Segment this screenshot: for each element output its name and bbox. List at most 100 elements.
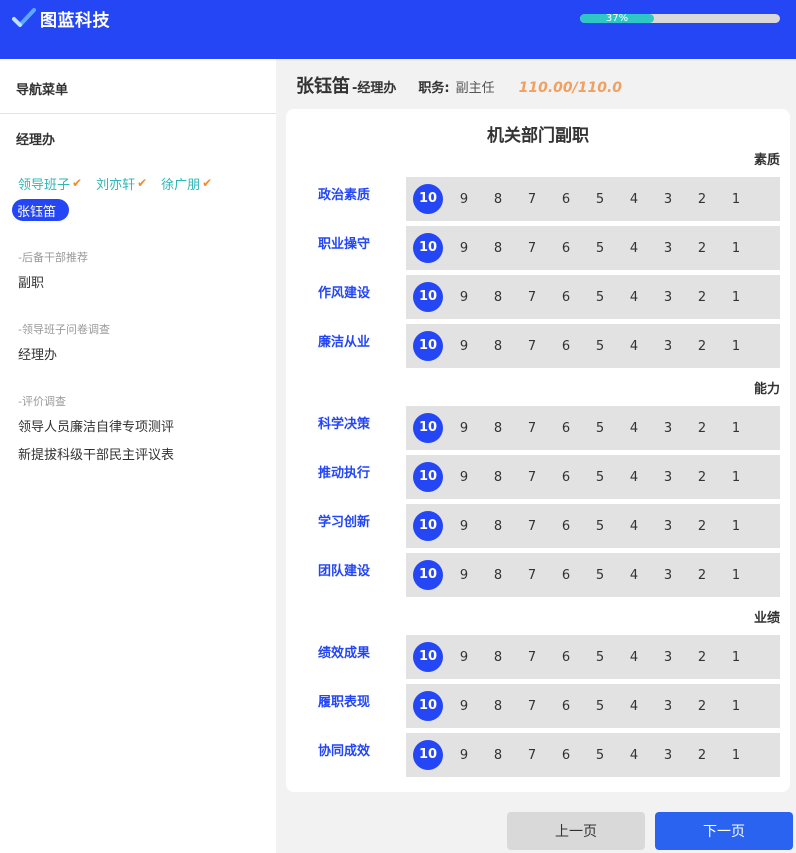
score-option[interactable]: 4	[617, 421, 651, 436]
score-option[interactable]: 3	[651, 339, 685, 354]
score-option[interactable]: 6	[549, 290, 583, 305]
sidebar-link[interactable]: 新提拔科级干部民主评议表	[18, 447, 174, 465]
score-option[interactable]: 8	[481, 650, 515, 665]
score-option[interactable]: 9	[447, 421, 481, 436]
score-option-selected[interactable]: 10	[413, 560, 443, 590]
score-option-selected[interactable]: 10	[413, 642, 443, 672]
score-option[interactable]: 1	[719, 339, 753, 354]
sidebar-person-2[interactable]: 徐广朋 ✔	[161, 173, 212, 193]
score-option[interactable]: 5	[583, 421, 617, 436]
score-option[interactable]: 4	[617, 339, 651, 354]
score-option[interactable]: 2	[685, 192, 719, 207]
score-option[interactable]: 8	[481, 241, 515, 256]
score-option[interactable]: 5	[583, 192, 617, 207]
score-option[interactable]: 3	[651, 192, 685, 207]
score-option[interactable]: 6	[549, 748, 583, 763]
score-option[interactable]: 1	[719, 241, 753, 256]
score-option[interactable]: 8	[481, 192, 515, 207]
score-option-selected[interactable]: 10	[413, 184, 443, 214]
score-option[interactable]: 9	[447, 699, 481, 714]
score-option[interactable]: 5	[583, 339, 617, 354]
score-option[interactable]: 6	[549, 241, 583, 256]
sidebar-link[interactable]: 经理办	[18, 347, 110, 365]
score-option[interactable]: 7	[515, 192, 549, 207]
score-option[interactable]: 5	[583, 290, 617, 305]
score-option[interactable]: 6	[549, 192, 583, 207]
score-option[interactable]: 2	[685, 748, 719, 763]
score-option[interactable]: 4	[617, 650, 651, 665]
score-option[interactable]: 4	[617, 290, 651, 305]
score-option[interactable]: 1	[719, 192, 753, 207]
score-option[interactable]: 3	[651, 699, 685, 714]
score-option[interactable]: 2	[685, 519, 719, 534]
score-option[interactable]: 6	[549, 519, 583, 534]
score-option[interactable]: 5	[583, 519, 617, 534]
score-option[interactable]: 2	[685, 699, 719, 714]
score-option[interactable]: 7	[515, 241, 549, 256]
score-option[interactable]: 9	[447, 470, 481, 485]
score-option[interactable]: 6	[549, 339, 583, 354]
score-option[interactable]: 8	[481, 568, 515, 583]
score-option[interactable]: 1	[719, 290, 753, 305]
score-option[interactable]: 2	[685, 241, 719, 256]
score-option[interactable]: 3	[651, 421, 685, 436]
score-option[interactable]: 9	[447, 290, 481, 305]
score-option[interactable]: 8	[481, 699, 515, 714]
score-option[interactable]: 9	[447, 650, 481, 665]
score-option[interactable]: 8	[481, 339, 515, 354]
score-option[interactable]: 3	[651, 241, 685, 256]
next-page-button[interactable]: 下一页	[655, 812, 793, 850]
score-option[interactable]: 1	[719, 748, 753, 763]
score-option-selected[interactable]: 10	[413, 233, 443, 263]
score-option[interactable]: 5	[583, 568, 617, 583]
score-option[interactable]: 8	[481, 290, 515, 305]
sidebar-person-0[interactable]: 领导班子 ✔	[18, 173, 82, 193]
score-option[interactable]: 6	[549, 699, 583, 714]
score-option[interactable]: 6	[549, 421, 583, 436]
prev-page-button[interactable]: 上一页	[507, 812, 645, 850]
score-option[interactable]: 6	[549, 470, 583, 485]
sidebar-person-3[interactable]: 张钰笛	[12, 199, 70, 221]
score-option[interactable]: 9	[447, 748, 481, 763]
score-option[interactable]: 4	[617, 699, 651, 714]
sidebar-link[interactable]: 领导人员廉洁自律专项测评	[18, 419, 174, 437]
score-option-selected[interactable]: 10	[413, 462, 443, 492]
score-option-selected[interactable]: 10	[413, 331, 443, 361]
score-option[interactable]: 7	[515, 568, 549, 583]
score-option[interactable]: 7	[515, 421, 549, 436]
score-option[interactable]: 7	[515, 290, 549, 305]
score-option[interactable]: 5	[583, 699, 617, 714]
score-option[interactable]: 8	[481, 519, 515, 534]
score-option[interactable]: 4	[617, 748, 651, 763]
score-option-selected[interactable]: 10	[413, 511, 443, 541]
score-option[interactable]: 1	[719, 470, 753, 485]
score-option[interactable]: 2	[685, 650, 719, 665]
score-option[interactable]: 5	[583, 650, 617, 665]
score-option[interactable]: 2	[685, 290, 719, 305]
score-option[interactable]: 8	[481, 421, 515, 436]
score-option[interactable]: 7	[515, 339, 549, 354]
sidebar-person-1[interactable]: 刘亦轩 ✔	[96, 173, 147, 193]
score-option[interactable]: 7	[515, 699, 549, 714]
score-option[interactable]: 4	[617, 568, 651, 583]
score-option[interactable]: 8	[481, 748, 515, 763]
score-option[interactable]: 7	[515, 470, 549, 485]
score-option[interactable]: 9	[447, 568, 481, 583]
score-option[interactable]: 7	[515, 519, 549, 534]
score-option[interactable]: 5	[583, 241, 617, 256]
score-option-selected[interactable]: 10	[413, 740, 443, 770]
score-option[interactable]: 3	[651, 519, 685, 534]
score-option[interactable]: 6	[549, 650, 583, 665]
score-option[interactable]: 4	[617, 519, 651, 534]
score-option[interactable]: 3	[651, 748, 685, 763]
score-option[interactable]: 1	[719, 699, 753, 714]
score-option-selected[interactable]: 10	[413, 282, 443, 312]
sidebar-link[interactable]: 副职	[18, 275, 88, 293]
score-option[interactable]: 1	[719, 650, 753, 665]
score-option[interactable]: 9	[447, 339, 481, 354]
score-option[interactable]: 1	[719, 568, 753, 583]
score-option[interactable]: 3	[651, 290, 685, 305]
score-option[interactable]: 3	[651, 650, 685, 665]
score-option[interactable]: 9	[447, 192, 481, 207]
score-option[interactable]: 1	[719, 421, 753, 436]
